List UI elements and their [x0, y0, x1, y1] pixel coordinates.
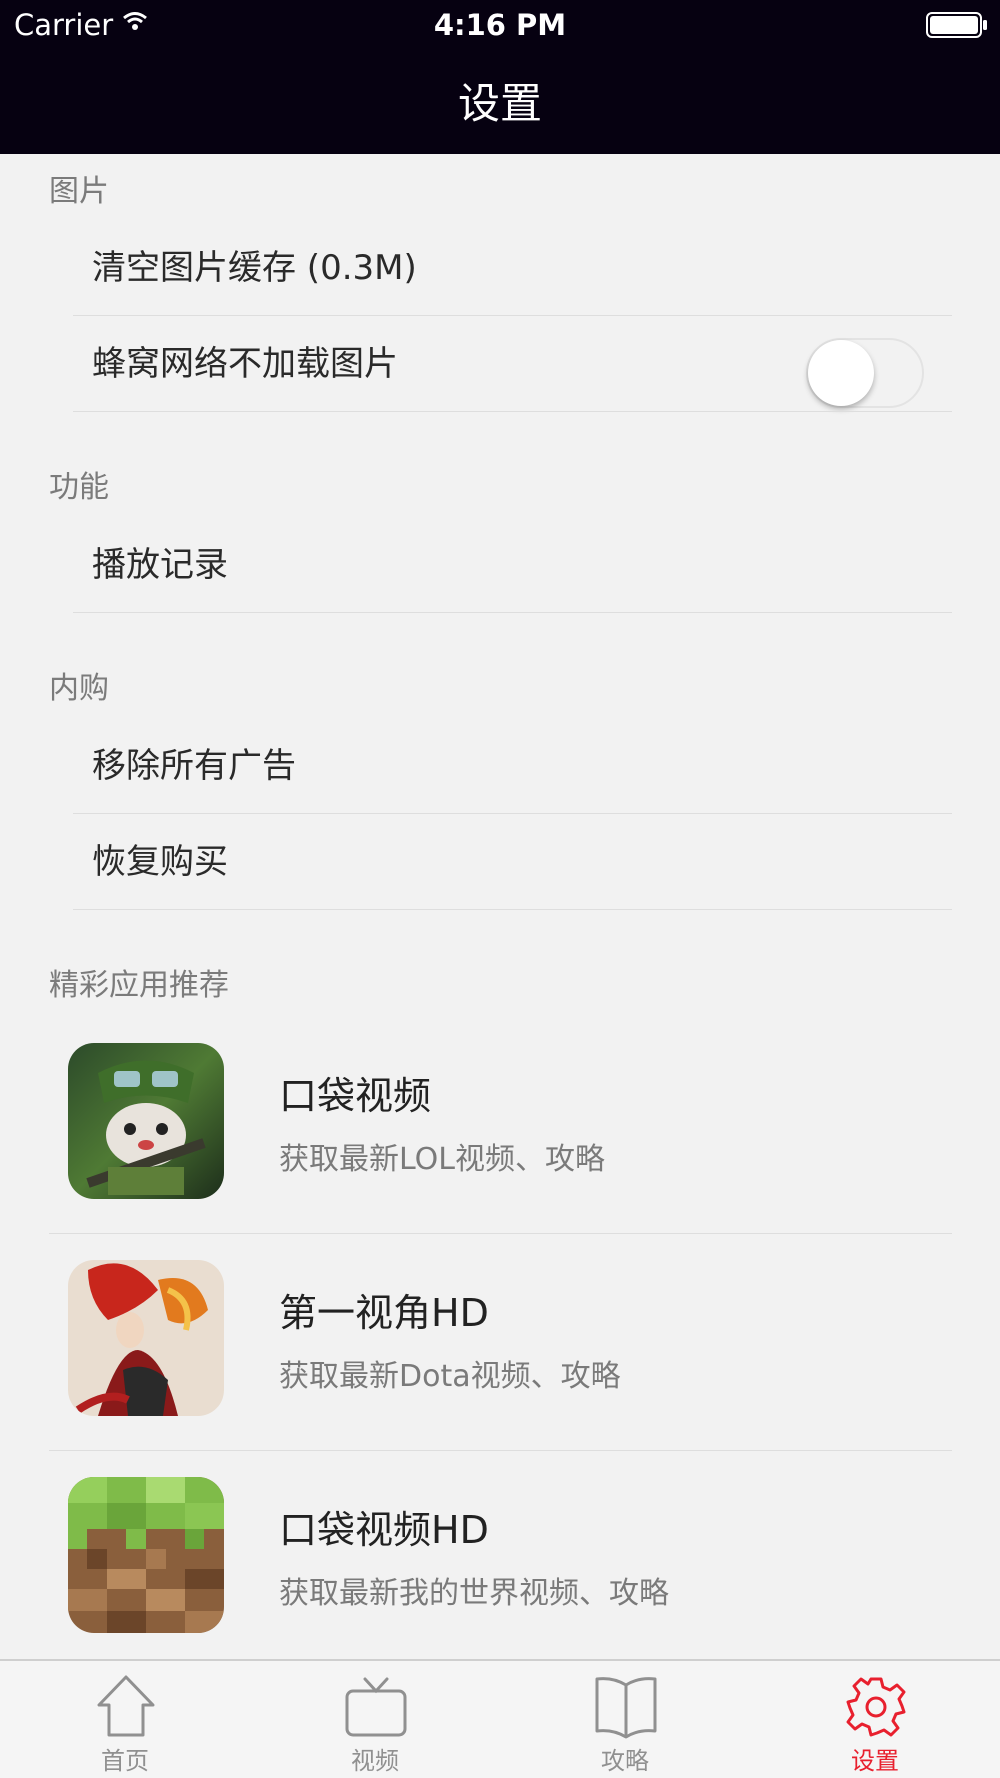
tab-label: 首页 — [101, 1747, 149, 1775]
app-item-pocket-video-hd[interactable]: 口袋视频HD 获取最新我的世界视频、攻略 — [0, 1451, 1000, 1659]
row-divider — [73, 909, 952, 910]
app-description: 获取最新我的世界视频、攻略 — [279, 1576, 669, 1611]
app-description: 获取最新Dota视频、攻略 — [279, 1359, 621, 1394]
remove-ads-label: 移除所有广告 — [92, 746, 296, 786]
battery-icon — [926, 12, 987, 38]
book-icon — [595, 1677, 657, 1739]
cellular-no-images-toggle[interactable] — [806, 338, 924, 408]
row-divider — [73, 411, 952, 412]
tab-label: 视频 — [351, 1747, 399, 1775]
tab-label: 攻略 — [601, 1747, 649, 1775]
clear-image-cache-row[interactable]: 清空图片缓存 (0.3M) — [0, 220, 1000, 316]
toggle-knob — [808, 340, 874, 406]
app-name: 口袋视频 — [279, 1074, 432, 1118]
restore-purchase-row[interactable]: 恢复购买 — [0, 814, 1000, 910]
row-divider — [73, 612, 952, 613]
restore-purchase-label: 恢复购买 — [92, 842, 228, 882]
tab-video[interactable]: 视频 — [250, 1661, 500, 1778]
app-item-pocket-video[interactable]: 口袋视频 获取最新LOL视频、攻略 — [0, 1017, 1000, 1234]
play-history-label: 播放记录 — [92, 545, 228, 585]
tab-home[interactable]: 首页 — [0, 1661, 250, 1778]
first-view-hd-app-icon — [68, 1260, 224, 1416]
tab-guide[interactable]: 攻略 — [500, 1661, 750, 1778]
tab-settings[interactable]: 设置 — [750, 1661, 1000, 1778]
section-header-features: 功能 — [49, 470, 109, 505]
tv-icon — [345, 1677, 407, 1737]
play-history-row[interactable]: 播放记录 — [0, 517, 1000, 613]
home-icon — [97, 1675, 155, 1737]
tab-label: 设置 — [851, 1747, 899, 1775]
settings-list[interactable]: 图片 清空图片缓存 (0.3M) 蜂窝网络不加载图片 功能 播放记录 内购 移除… — [0, 154, 1000, 1659]
status-time: 4:16 PM — [433, 8, 567, 42]
navigation-header: Carrier 4:16 PM 设置 — [0, 0, 1000, 154]
app-description: 获取最新LOL视频、攻略 — [279, 1142, 605, 1177]
app-name: 第一视角HD — [279, 1291, 489, 1335]
tab-bar: 首页 视频 攻略 设置 — [0, 1659, 1000, 1778]
cellular-no-images-label: 蜂窝网络不加载图片 — [92, 344, 398, 384]
section-header-apps: 精彩应用推荐 — [49, 968, 229, 1003]
section-header-purchase: 内购 — [49, 671, 109, 706]
app-name: 口袋视频HD — [279, 1508, 489, 1552]
pocket-video-hd-app-icon — [68, 1477, 224, 1633]
gear-icon — [846, 1677, 906, 1737]
status-bar: Carrier 4:16 PM — [0, 0, 1000, 50]
cellular-no-images-row: 蜂窝网络不加载图片 — [0, 316, 1000, 412]
section-header-images: 图片 — [49, 174, 109, 209]
pocket-video-app-icon — [68, 1043, 224, 1199]
page-title: 设置 — [457, 79, 542, 128]
remove-ads-row[interactable]: 移除所有广告 — [0, 718, 1000, 814]
app-item-first-view-hd[interactable]: 第一视角HD 获取最新Dota视频、攻略 — [0, 1234, 1000, 1451]
clear-image-cache-label: 清空图片缓存 (0.3M) — [92, 248, 417, 288]
